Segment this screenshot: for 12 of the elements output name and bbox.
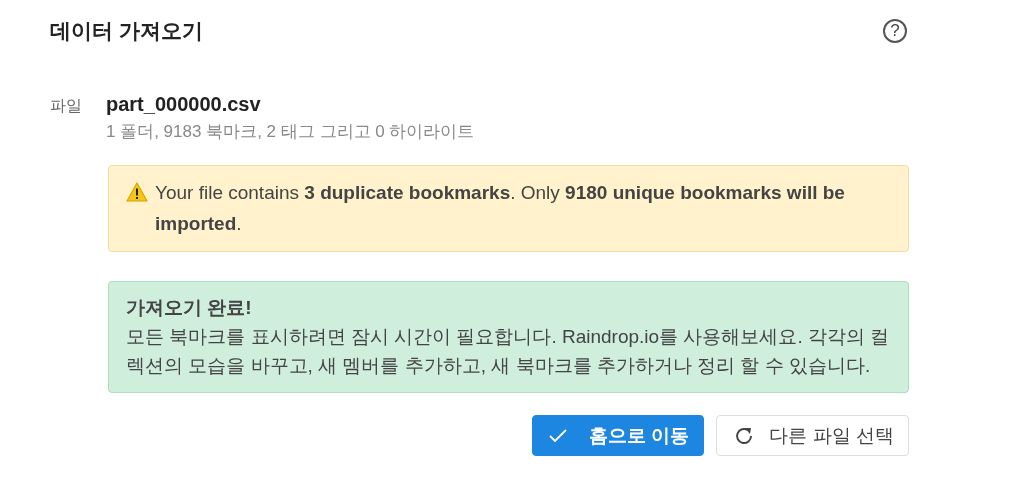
file-summary: 1 폴더, 9183 북마크, 2 태그 그리고 0 하이라이트	[106, 121, 475, 143]
file-name: part_000000.csv	[106, 93, 262, 116]
check-icon	[549, 428, 568, 443]
help-icon[interactable]: ?	[883, 19, 907, 43]
warning-icon	[126, 182, 148, 202]
file-label: 파일	[50, 96, 82, 116]
alert-title: 가져오기 완료!	[126, 296, 253, 320]
choose-file-button[interactable]: 다른 파일 선택	[716, 415, 909, 456]
alert-message: 모든 북마크를 표시하려면 잠시 시간이 필요합니다. Raindrop.io를 사용해보세요. 각각의 컬렉션의 모습을 바꾸고, 새 멤버를 추가하고, 새 북마크를 추가하거나 정리 할 수 있습니다.	[126, 325, 891, 378]
page-title: 데이터 가져오기	[50, 18, 203, 44]
go-home-button[interactable]: 홈으로 이동	[532, 415, 705, 456]
warning-text: Your file contains 3 duplicate bookmarks. Only 9180 unique bookmarks will be imported.	[155, 181, 846, 236]
